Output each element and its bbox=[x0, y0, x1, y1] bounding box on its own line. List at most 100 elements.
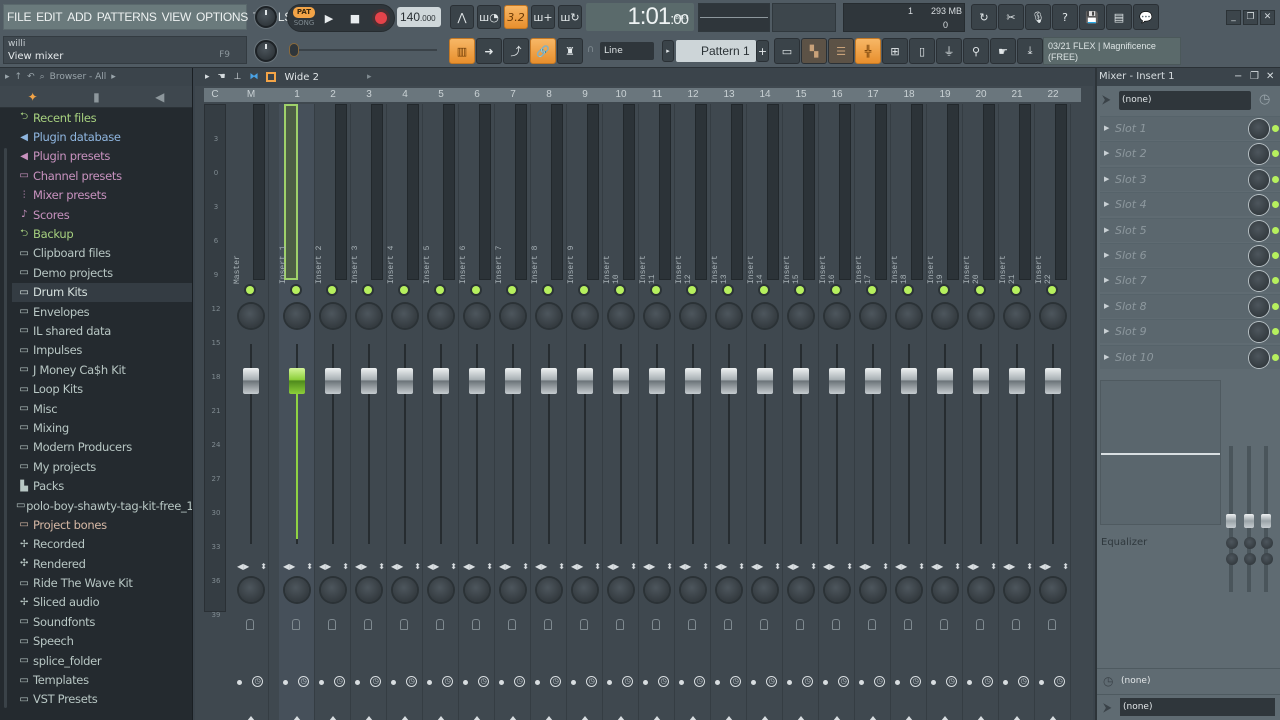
polarity-icon[interactable]: ⬍ bbox=[594, 562, 601, 571]
pan-knob[interactable] bbox=[897, 304, 921, 328]
track-enable-led[interactable] bbox=[508, 286, 516, 294]
slot-mix-knob[interactable] bbox=[1249, 296, 1269, 317]
browser-item[interactable]: ◀ Plugin presets bbox=[12, 147, 192, 166]
stereo-separation-knob[interactable] bbox=[789, 578, 813, 602]
peak-meter[interactable] bbox=[623, 104, 635, 280]
send-arrow-icon[interactable] bbox=[401, 716, 409, 720]
arm-record-icon[interactable] bbox=[292, 619, 300, 630]
mixer-track[interactable]: ◷ ◀▶ ⬍ Insert 10 bbox=[603, 104, 639, 720]
stereo-separation-knob[interactable] bbox=[933, 578, 957, 602]
send-arrow-icon[interactable] bbox=[545, 716, 553, 720]
arm-record-icon[interactable] bbox=[688, 619, 696, 630]
audio-input-select[interactable]: (none) bbox=[1119, 91, 1251, 110]
stereo-separation-knob[interactable] bbox=[393, 578, 417, 602]
browser-item[interactable]: ▭ VST Presets bbox=[12, 690, 192, 709]
step-edit-button[interactable]: 3.2 bbox=[504, 5, 528, 29]
stereo-separation-knob[interactable] bbox=[717, 578, 741, 602]
peak-meter[interactable] bbox=[767, 104, 779, 280]
pan-knob[interactable] bbox=[609, 304, 633, 328]
stereo-separation-knob[interactable] bbox=[285, 578, 309, 602]
arm-record-icon[interactable] bbox=[544, 619, 552, 630]
volume-fader[interactable] bbox=[613, 368, 629, 394]
stereo-separation-knob[interactable] bbox=[573, 578, 597, 602]
peak-meter[interactable] bbox=[335, 104, 347, 280]
polarity-icon[interactable]: ⬍ bbox=[378, 562, 385, 571]
track-number[interactable]: 20 bbox=[966, 88, 996, 102]
latency-clock-icon[interactable]: ◷ bbox=[586, 676, 597, 687]
peak-meter[interactable] bbox=[371, 104, 383, 280]
panel-restore-icon[interactable]: ❐ bbox=[1250, 68, 1259, 86]
mixer-track[interactable]: ◷ ◀▶ ⬍ Insert 8 bbox=[531, 104, 567, 720]
time-offset-select[interactable]: ◷ (none) bbox=[1097, 668, 1280, 692]
channel-rack-button[interactable]: ☰ bbox=[828, 38, 854, 64]
track-number[interactable]: 8 bbox=[534, 88, 564, 102]
polarity-icon[interactable]: ⬍ bbox=[630, 562, 637, 571]
swap-lr-icon[interactable]: ◀▶ bbox=[499, 562, 511, 571]
polarity-icon[interactable]: ⬍ bbox=[846, 562, 853, 571]
peak-meter[interactable] bbox=[587, 104, 599, 280]
eq-bw-knob-low[interactable] bbox=[1226, 553, 1238, 565]
undo-icon[interactable]: ↶ bbox=[27, 72, 35, 82]
expand-icon[interactable]: ▸ bbox=[5, 72, 10, 82]
track-enable-led[interactable] bbox=[1012, 286, 1020, 294]
browser-item[interactable]: ♪ Scores bbox=[12, 205, 192, 224]
browser-item[interactable]: ▭ Envelopes bbox=[12, 302, 192, 321]
peak-meter[interactable] bbox=[253, 104, 265, 280]
mixer-track-master[interactable]: ◷ ◀▶ ⬍ Master bbox=[233, 104, 269, 720]
volume-fader[interactable] bbox=[829, 368, 845, 394]
polarity-icon[interactable]: ⬍ bbox=[1062, 562, 1069, 571]
polarity-icon[interactable]: ⬍ bbox=[738, 562, 745, 571]
polarity-icon[interactable]: ⬍ bbox=[702, 562, 709, 571]
mixer-track[interactable]: ◷ ◀▶ ⬍ Insert 9 bbox=[567, 104, 603, 720]
track-enable-led[interactable] bbox=[976, 286, 984, 294]
tab-all-icon[interactable]: ✦ bbox=[28, 90, 38, 104]
mixer-track[interactable]: ◷ ◀▶ ⬍ Insert 13 bbox=[711, 104, 747, 720]
help-button[interactable]: ? bbox=[1052, 4, 1078, 30]
pan-knob[interactable] bbox=[537, 304, 561, 328]
browser-item[interactable]: ▭ Impulses bbox=[12, 341, 192, 360]
browser-item[interactable]: ▭ IL shared data bbox=[12, 321, 192, 340]
browser-scrollbar[interactable] bbox=[4, 148, 7, 708]
slot-mix-knob[interactable] bbox=[1249, 347, 1269, 368]
volume-fader[interactable] bbox=[649, 368, 665, 394]
plugin-picker-button[interactable]: ⏚ bbox=[936, 38, 962, 64]
volume-fader[interactable] bbox=[577, 368, 593, 394]
project-info-button[interactable]: ▯ bbox=[909, 38, 935, 64]
browser-item[interactable]: ▭ Channel presets bbox=[12, 166, 192, 185]
chat-button[interactable]: 💬 bbox=[1133, 4, 1159, 30]
master-pitch-slider[interactable] bbox=[293, 49, 437, 51]
slot-enable-led[interactable] bbox=[1272, 125, 1279, 132]
latency-clock-icon[interactable]: ◷ bbox=[766, 676, 777, 687]
eq-bw-knob-high[interactable] bbox=[1261, 553, 1273, 565]
send-arrow-icon[interactable] bbox=[329, 716, 337, 720]
stereo-separation-knob[interactable] bbox=[969, 578, 993, 602]
track-number[interactable]: 22 bbox=[1038, 88, 1068, 102]
peak-meter[interactable] bbox=[551, 104, 563, 280]
slot-enable-led[interactable] bbox=[1272, 201, 1279, 209]
touch-controller-button[interactable]: ⚲ bbox=[963, 38, 989, 64]
effect-slot[interactable]: ▶ Slot 4 bbox=[1100, 192, 1280, 217]
stereo-separation-knob[interactable] bbox=[429, 578, 453, 602]
effect-slot[interactable]: ▶ Slot 9 bbox=[1100, 319, 1280, 344]
peak-meter[interactable] bbox=[479, 104, 491, 280]
track-number[interactable]: 15 bbox=[786, 88, 816, 102]
track-number[interactable]: 9 bbox=[570, 88, 600, 102]
browser-item[interactable]: ✢ Sliced audio bbox=[12, 593, 192, 612]
peak-meter[interactable] bbox=[515, 104, 527, 280]
stereo-separation-knob[interactable] bbox=[1041, 578, 1065, 602]
browser-item[interactable]: ▭ Speech bbox=[12, 632, 192, 651]
master-volume-knob[interactable] bbox=[255, 6, 277, 28]
track-enable-led[interactable] bbox=[246, 286, 254, 294]
swap-lr-icon[interactable]: ◀▶ bbox=[355, 562, 367, 571]
pan-knob[interactable] bbox=[789, 304, 813, 328]
latency-clock-icon[interactable]: ◷ bbox=[802, 676, 813, 687]
peak-meter[interactable] bbox=[659, 104, 671, 280]
effect-slot[interactable]: ▶ Slot 1 bbox=[1100, 116, 1280, 140]
menu-patterns[interactable]: PATTERNS bbox=[97, 10, 157, 24]
pan-knob[interactable] bbox=[393, 304, 417, 328]
up-arrow-icon[interactable]: ↑ bbox=[15, 72, 23, 82]
slot-expand-icon[interactable]: ▶ bbox=[1104, 302, 1109, 310]
latency-clock-icon[interactable]: ◷ bbox=[622, 676, 633, 687]
browser-button[interactable]: ⊞ bbox=[882, 38, 908, 64]
latency-clock-icon[interactable]: ◷ bbox=[550, 676, 561, 687]
